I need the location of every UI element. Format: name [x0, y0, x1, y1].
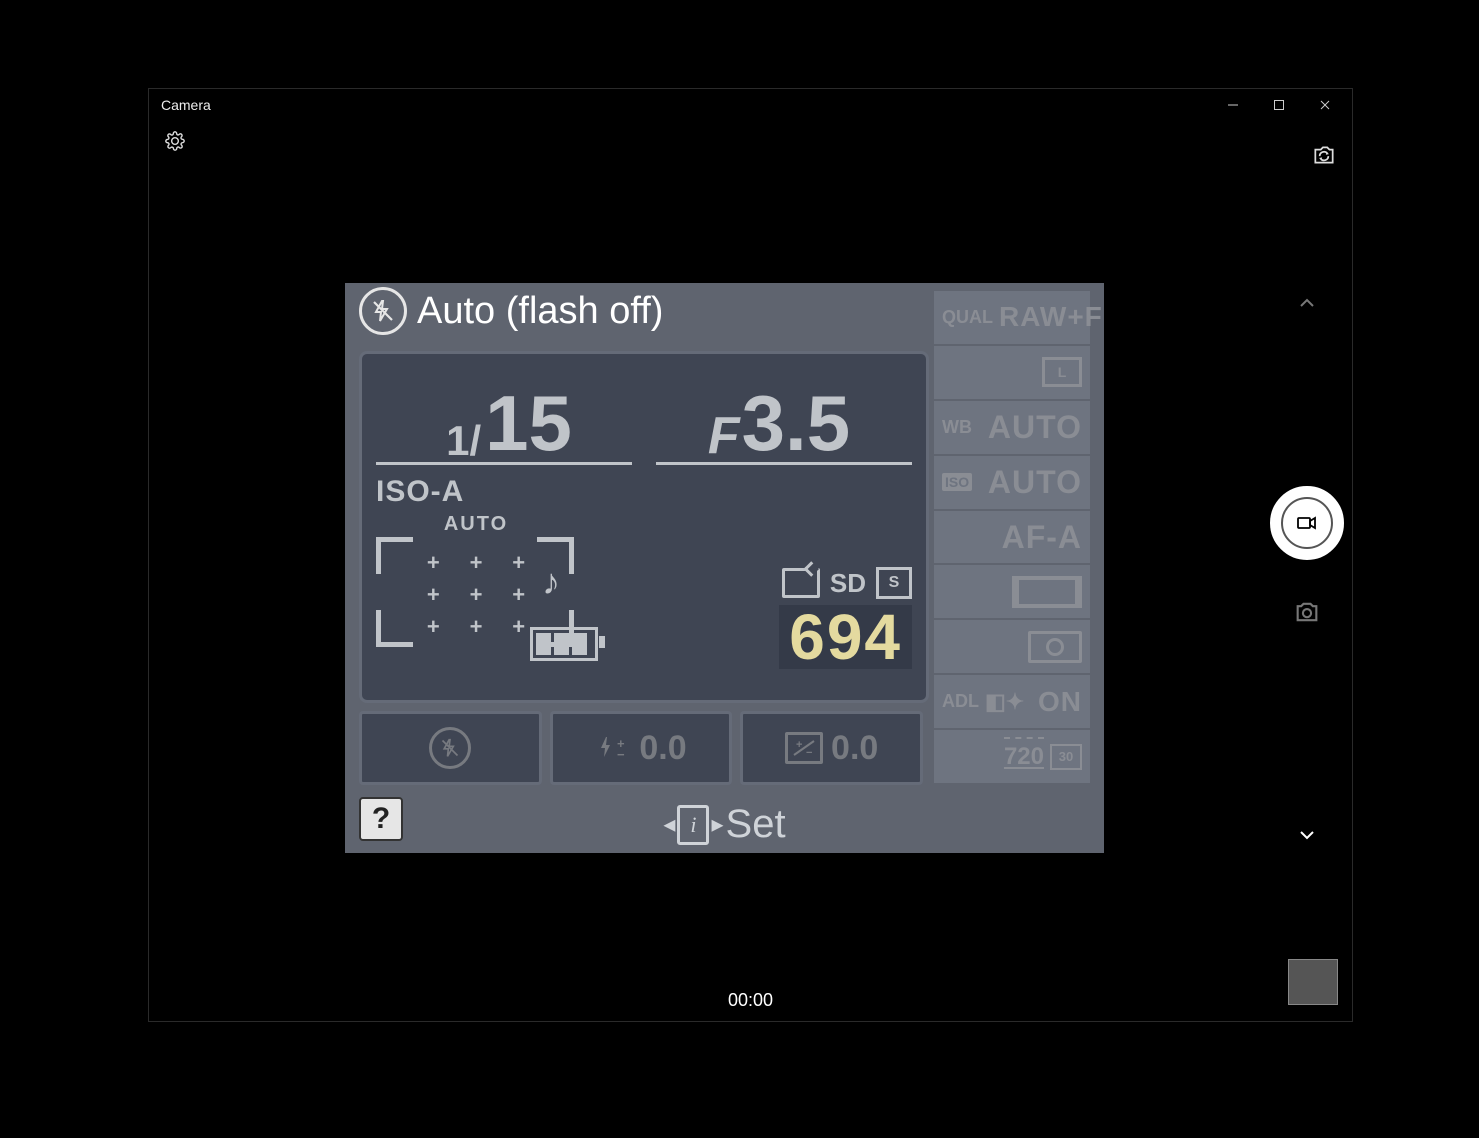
camera-lcd-view: Auto (flash off) 1/ 15 F 3.5 ISO-A AUTO	[345, 283, 1104, 853]
mode-label: Auto (flash off)	[417, 290, 663, 333]
gallery-thumbnail[interactable]	[1288, 959, 1338, 1005]
focus-mode-row: AF-A	[934, 511, 1090, 566]
maximize-button[interactable]	[1256, 89, 1302, 121]
shots-remaining: 694	[779, 605, 912, 669]
compensation-row: +− 0.0 +− 0.0	[359, 711, 923, 785]
right-triangle-icon: ▸	[711, 810, 723, 839]
recording-timer: 00:00	[149, 990, 1352, 1011]
svg-text:−: −	[806, 747, 812, 758]
beep-icon: ♪	[542, 561, 560, 603]
adl-row: ADL ◧✦ ON	[934, 675, 1090, 730]
record-video-button[interactable]	[1270, 486, 1344, 560]
flash-disabled-icon	[429, 727, 471, 769]
chevron-up-icon	[1297, 293, 1317, 313]
chevron-down-icon	[1297, 825, 1317, 845]
mode-prev-button[interactable]	[1293, 289, 1321, 317]
mode-next-button[interactable]	[1293, 821, 1321, 849]
battery-icon	[530, 627, 598, 661]
switch-camera-button[interactable]	[1310, 141, 1338, 169]
flash-compensation-card: +− 0.0	[550, 711, 733, 785]
settings-sidebar: QUAL RAW+F L WB AUTO ISO AUTO AF-A	[934, 291, 1090, 783]
i-set-hint: ◂ i ▸ Set	[345, 802, 1104, 847]
metering-row	[934, 620, 1090, 675]
take-photo-button[interactable]	[1287, 592, 1327, 632]
title-bar: Camera	[149, 89, 1352, 121]
capture-rail	[1262, 289, 1352, 849]
gear-icon	[165, 131, 185, 151]
flash-comp-value: 0.0	[639, 729, 686, 768]
flash-off-icon	[359, 287, 407, 335]
sd-label: SD	[830, 568, 866, 599]
minimize-button[interactable]	[1210, 89, 1256, 121]
image-size-row: L	[934, 346, 1090, 401]
movie-settings-row: 720 30	[934, 730, 1090, 783]
close-button[interactable]	[1302, 89, 1348, 121]
metering-icon	[1028, 631, 1082, 663]
switch-camera-icon	[1311, 142, 1337, 168]
iso-mode-label: ISO-A	[376, 475, 576, 509]
settings-button[interactable]	[163, 129, 187, 153]
aperture: F 3.5	[644, 384, 914, 462]
info-i-icon: i	[677, 805, 709, 845]
exposure-comp-value: 0.0	[831, 729, 878, 768]
window-title: Camera	[161, 97, 211, 113]
camera-app-window: Camera	[148, 88, 1353, 1022]
svg-text:−: −	[617, 747, 625, 761]
flash-mode-card	[359, 711, 542, 785]
adl-icon: ◧✦	[985, 689, 1024, 715]
sd-card-icon	[782, 568, 820, 598]
image-size-icon: L	[1042, 357, 1082, 387]
white-balance-row: WB AUTO	[934, 401, 1090, 456]
video-camera-icon	[1295, 511, 1319, 535]
flash-comp-icon: +−	[595, 730, 631, 766]
af-area-icon	[1012, 576, 1082, 608]
shutter-speed: 1/ 15	[374, 384, 644, 462]
release-mode: S	[876, 567, 912, 599]
iso-row: ISO AUTO	[934, 456, 1090, 511]
exposure-compensation-card: +− 0.0	[740, 711, 923, 785]
af-area-mode-row	[934, 565, 1090, 620]
exposure-comp-icon: +−	[785, 732, 823, 764]
exposure-panel: 1/ 15 F 3.5 ISO-A AUTO +++	[359, 351, 929, 703]
quality-row: QUAL RAW+F	[934, 291, 1090, 346]
camera-icon	[1293, 598, 1321, 626]
left-triangle-icon: ◂	[663, 810, 675, 839]
